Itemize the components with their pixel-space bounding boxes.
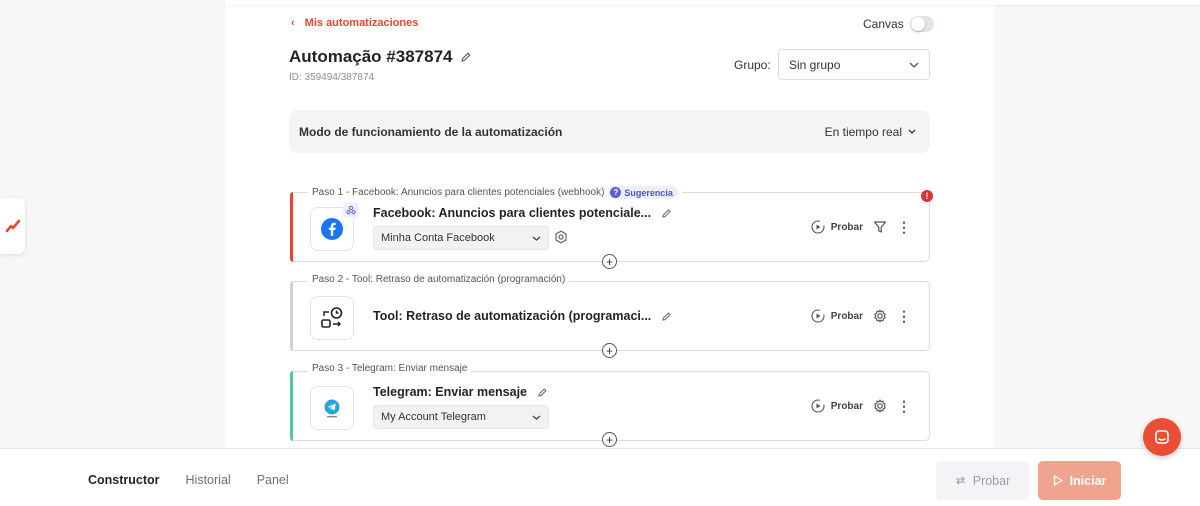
play-icon <box>811 220 825 234</box>
iniciar-button-label: Iniciar <box>1069 473 1107 488</box>
title-text: Automação #387874 <box>289 47 453 66</box>
probar-label: Probar <box>830 221 863 233</box>
mode-value[interactable]: En tiempo real <box>825 125 916 139</box>
account-select-value: Minha Conta Facebook <box>381 232 495 244</box>
chat-icon <box>1155 430 1169 444</box>
filter-icon[interactable] <box>873 220 887 234</box>
probar-button[interactable]: Probar <box>936 461 1029 500</box>
play-icon <box>811 309 825 323</box>
bottom-bar: Constructor Historial Panel Probar Inici… <box>0 448 1200 506</box>
edit-step-icon[interactable] <box>661 208 672 219</box>
add-step-button[interactable]: + <box>602 343 617 358</box>
question-icon: ? <box>610 187 622 198</box>
automation-id: ID: 359494/387874 <box>289 72 375 83</box>
more-options-icon[interactable]: ⋮ <box>897 309 911 323</box>
chevron-down-icon <box>532 415 541 420</box>
step-actions-2: Probar ⋮ <box>811 309 911 323</box>
probar-step-button[interactable]: Probar <box>811 309 863 323</box>
suggestion-label: Sugerencia <box>624 187 673 198</box>
tab-historial[interactable]: Historial <box>186 473 231 487</box>
step-name-2: Tool: Retraso de automatización (program… <box>373 309 672 323</box>
step-accent <box>290 281 293 351</box>
mode-title: Modo de funcionamiento de la automatizac… <box>299 124 563 139</box>
step-label-1: Paso 1 - Facebook: Anuncios para cliente… <box>308 186 682 199</box>
canvas-toggle[interactable]: Canvas <box>863 16 934 32</box>
probar-step-button[interactable]: Probar <box>811 399 863 413</box>
account-select-telegram[interactable]: My Account Telegram <box>373 405 549 429</box>
app-logo-tab[interactable] <box>0 198 25 254</box>
step-actions-1: Probar ⋮ <box>811 220 911 234</box>
chevron-down-icon <box>908 129 916 134</box>
step-accent <box>290 192 293 262</box>
probar-label: Probar <box>830 400 863 412</box>
chevron-down-icon <box>909 62 919 68</box>
group-select-value: Sin grupo <box>789 57 841 72</box>
back-link[interactable]: ‹ Mis automatizaciones <box>291 17 418 29</box>
error-alert-icon[interactable]: ! <box>921 190 933 202</box>
tab-panel[interactable]: Panel <box>257 473 289 487</box>
more-options-icon[interactable]: ⋮ <box>897 399 911 413</box>
edit-step-icon[interactable] <box>661 311 672 322</box>
back-link-label: Mis automatizaciones <box>304 17 419 29</box>
account-select-value: My Account Telegram <box>381 411 486 423</box>
probar-step-button[interactable]: Probar <box>811 220 863 234</box>
account-select-facebook[interactable]: Minha Conta Facebook <box>373 226 549 250</box>
add-step-button[interactable]: + <box>602 432 617 447</box>
gear-icon[interactable] <box>873 399 887 413</box>
step-name-text: Tool: Retraso de automatización (program… <box>373 309 652 323</box>
schedule-delay-icon <box>321 307 343 328</box>
step-name-text: Telegram: Enviar mensaje <box>373 385 528 399</box>
canvas-label: Canvas <box>863 17 904 31</box>
suggestion-badge[interactable]: ? Sugerencia <box>608 186 678 199</box>
step-label-text: Paso 1 - Facebook: Anuncios para cliente… <box>312 187 605 198</box>
telegram-icon <box>324 399 340 418</box>
iniciar-button[interactable]: Iniciar <box>1038 461 1121 500</box>
logo-icon <box>5 219 20 233</box>
probar-button-label: Probar <box>972 473 1011 488</box>
edit-step-icon[interactable] <box>537 387 548 398</box>
mode-value-text: En tiempo real <box>824 124 902 139</box>
bottom-tabs: Constructor Historial Panel <box>88 473 289 487</box>
canvas-switch[interactable] <box>909 16 934 32</box>
more-options-icon[interactable]: ⋮ <box>897 220 911 234</box>
page-title: Automação #387874 <box>289 47 472 67</box>
step-label-2: Paso 2 - Tool: Retraso de automatización… <box>308 274 570 285</box>
add-step-button[interactable]: + <box>602 254 617 269</box>
telegram-app-icon <box>310 386 354 430</box>
step-card-2[interactable]: Tool: Retraso de automatización (program… <box>290 281 930 351</box>
chevron-down-icon <box>532 236 541 241</box>
top-divider <box>225 0 1200 5</box>
swap-arrows-icon <box>955 476 965 485</box>
step-name-text: Facebook: Anuncios para clientes potenci… <box>373 206 652 220</box>
step-name-3: Telegram: Enviar mensaje <box>373 385 548 399</box>
mode-selector[interactable]: Modo de funcionamiento de la automatizac… <box>289 110 930 153</box>
step-card-1[interactable]: Facebook: Anuncios para clientes potenci… <box>290 192 930 262</box>
step-label-3: Paso 3 - Telegram: Enviar mensaje <box>308 363 472 374</box>
account-settings-icon[interactable] <box>554 230 568 244</box>
webhook-badge-icon <box>343 202 359 218</box>
step-actions-3: Probar ⋮ <box>811 399 911 413</box>
tab-constructor[interactable]: Constructor <box>88 473 160 487</box>
play-icon <box>1053 475 1063 486</box>
chat-support-button[interactable] <box>1143 418 1181 456</box>
probar-label: Probar <box>830 310 863 322</box>
play-icon <box>811 399 825 413</box>
facebook-app-icon <box>310 202 359 251</box>
chevron-left-icon: ‹ <box>291 17 295 29</box>
step-label-text: Paso 3 - Telegram: Enviar mensaje <box>312 363 468 374</box>
edit-title-icon[interactable] <box>460 51 472 63</box>
facebook-icon <box>321 218 343 240</box>
group-label: Grupo: <box>734 58 771 72</box>
delay-tool-app-icon <box>310 296 354 340</box>
step-name-1: Facebook: Anuncios para clientes potenci… <box>373 206 672 220</box>
step-accent <box>290 371 293 441</box>
gear-icon[interactable] <box>873 309 887 323</box>
step-label-text: Paso 2 - Tool: Retraso de automatización… <box>312 274 566 285</box>
group-select[interactable]: Sin grupo <box>778 49 930 80</box>
step-card-3[interactable]: Telegram: Enviar mensaje My Account Tele… <box>290 371 930 441</box>
